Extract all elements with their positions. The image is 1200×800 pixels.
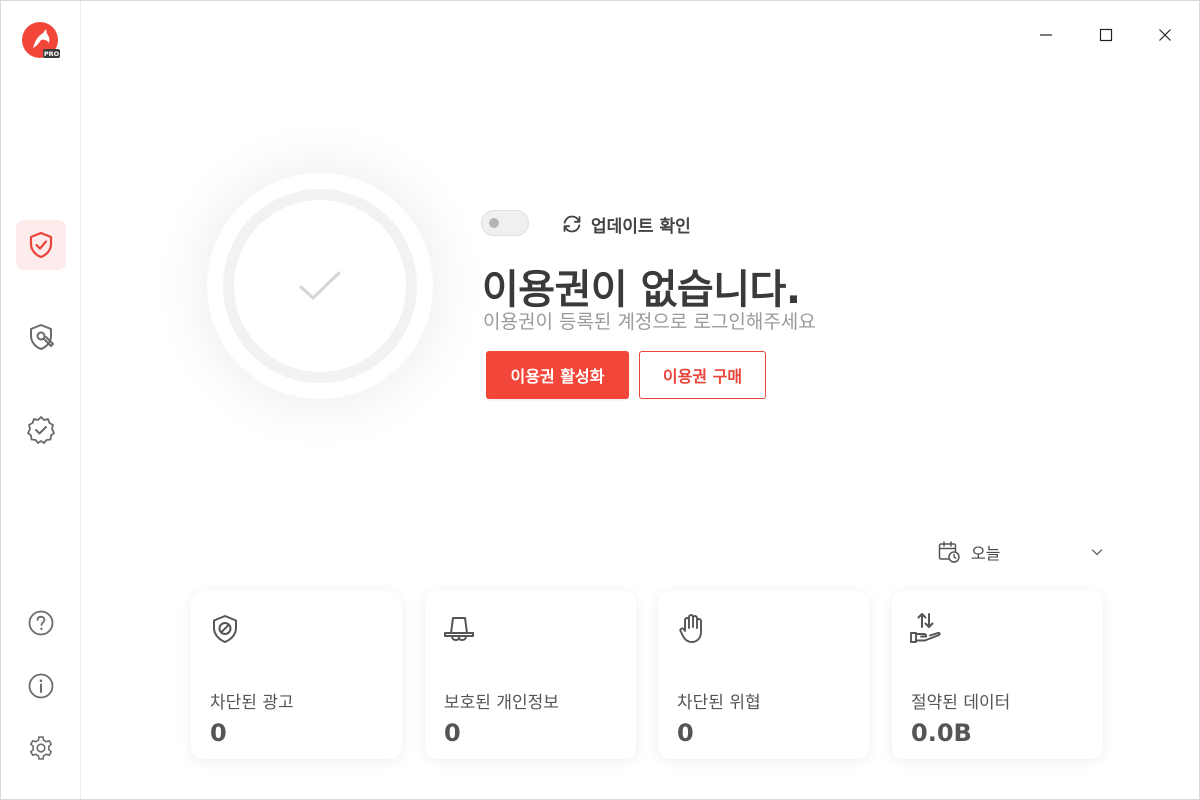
help-button[interactable]: [23, 605, 59, 641]
shield-block-icon: [213, 615, 237, 643]
close-button[interactable]: [1145, 17, 1185, 53]
logo-icon: PRO: [22, 22, 60, 58]
sidebar-item-verified[interactable]: [16, 405, 66, 455]
app-window: PRO 업데이트 확인 이용권이 없습니다. 이용권이 등록된 계정으로 로그인…: [0, 0, 1200, 800]
update-check-label: 업데이트 확인: [591, 216, 691, 237]
close-icon: [1159, 29, 1171, 41]
status-check-icon: [299, 271, 341, 300]
stat-card-saved-data: 절약된 데이터 0.0B: [892, 591, 1103, 759]
license-status-subtitle: 이용권이 등록된 계정으로 로그인해주세요: [483, 311, 816, 333]
info-circle-icon: [28, 673, 54, 699]
stat-card-blocked-ads: 차단된 광고 0: [191, 591, 402, 759]
sidebar: PRO: [1, 1, 81, 799]
settings-button[interactable]: [23, 730, 59, 766]
stat-value: 0.0B: [911, 719, 972, 747]
minimize-icon: [1040, 34, 1052, 36]
badge-check-icon: [27, 416, 55, 444]
calendar-clock-icon: [938, 541, 960, 563]
logo-badge-text: PRO: [44, 50, 60, 58]
shield-wrench-icon: [30, 324, 54, 350]
maximize-icon: [1099, 28, 1113, 42]
toggle-knob: [489, 218, 499, 228]
maximize-button[interactable]: [1086, 17, 1126, 53]
stat-card-blocked-threats: 차단된 위협 0: [658, 591, 869, 759]
bell-privacy-icon: [444, 617, 474, 642]
minimize-button[interactable]: [1026, 17, 1066, 53]
activate-license-button[interactable]: 이용권 활성화: [486, 351, 629, 399]
hand-stop-icon: [679, 614, 702, 643]
stat-value: 0: [677, 719, 694, 747]
stat-card-protected-privacy: 보호된 개인정보 0: [425, 591, 636, 759]
sidebar-item-tools[interactable]: [16, 312, 66, 362]
stat-label: 보호된 개인정보: [444, 693, 559, 713]
update-check-button[interactable]: 업데이트 확인: [561, 211, 691, 237]
stat-label: 차단된 위협: [677, 693, 761, 713]
question-circle-icon: [28, 610, 54, 636]
refresh-icon: [563, 215, 581, 233]
stat-label: 절약된 데이터: [911, 693, 1011, 713]
gear-icon: [30, 736, 52, 760]
period-dropdown[interactable]: 오늘: [937, 539, 1107, 565]
data-save-icon: [910, 613, 941, 643]
sidebar-item-protection[interactable]: [16, 220, 66, 270]
stat-label: 차단된 광고: [210, 693, 294, 713]
info-button[interactable]: [23, 668, 59, 704]
app-logo: PRO: [21, 21, 61, 61]
protection-toggle[interactable]: [481, 210, 529, 236]
stat-value: 0: [444, 719, 461, 747]
buy-license-button[interactable]: 이용권 구매: [639, 351, 766, 399]
chevron-down-icon: [1091, 549, 1103, 556]
protection-status-ring: [207, 173, 433, 399]
period-selected-label: 오늘: [971, 544, 1001, 563]
shield-check-icon: [29, 231, 53, 259]
stat-value: 0: [210, 719, 227, 747]
